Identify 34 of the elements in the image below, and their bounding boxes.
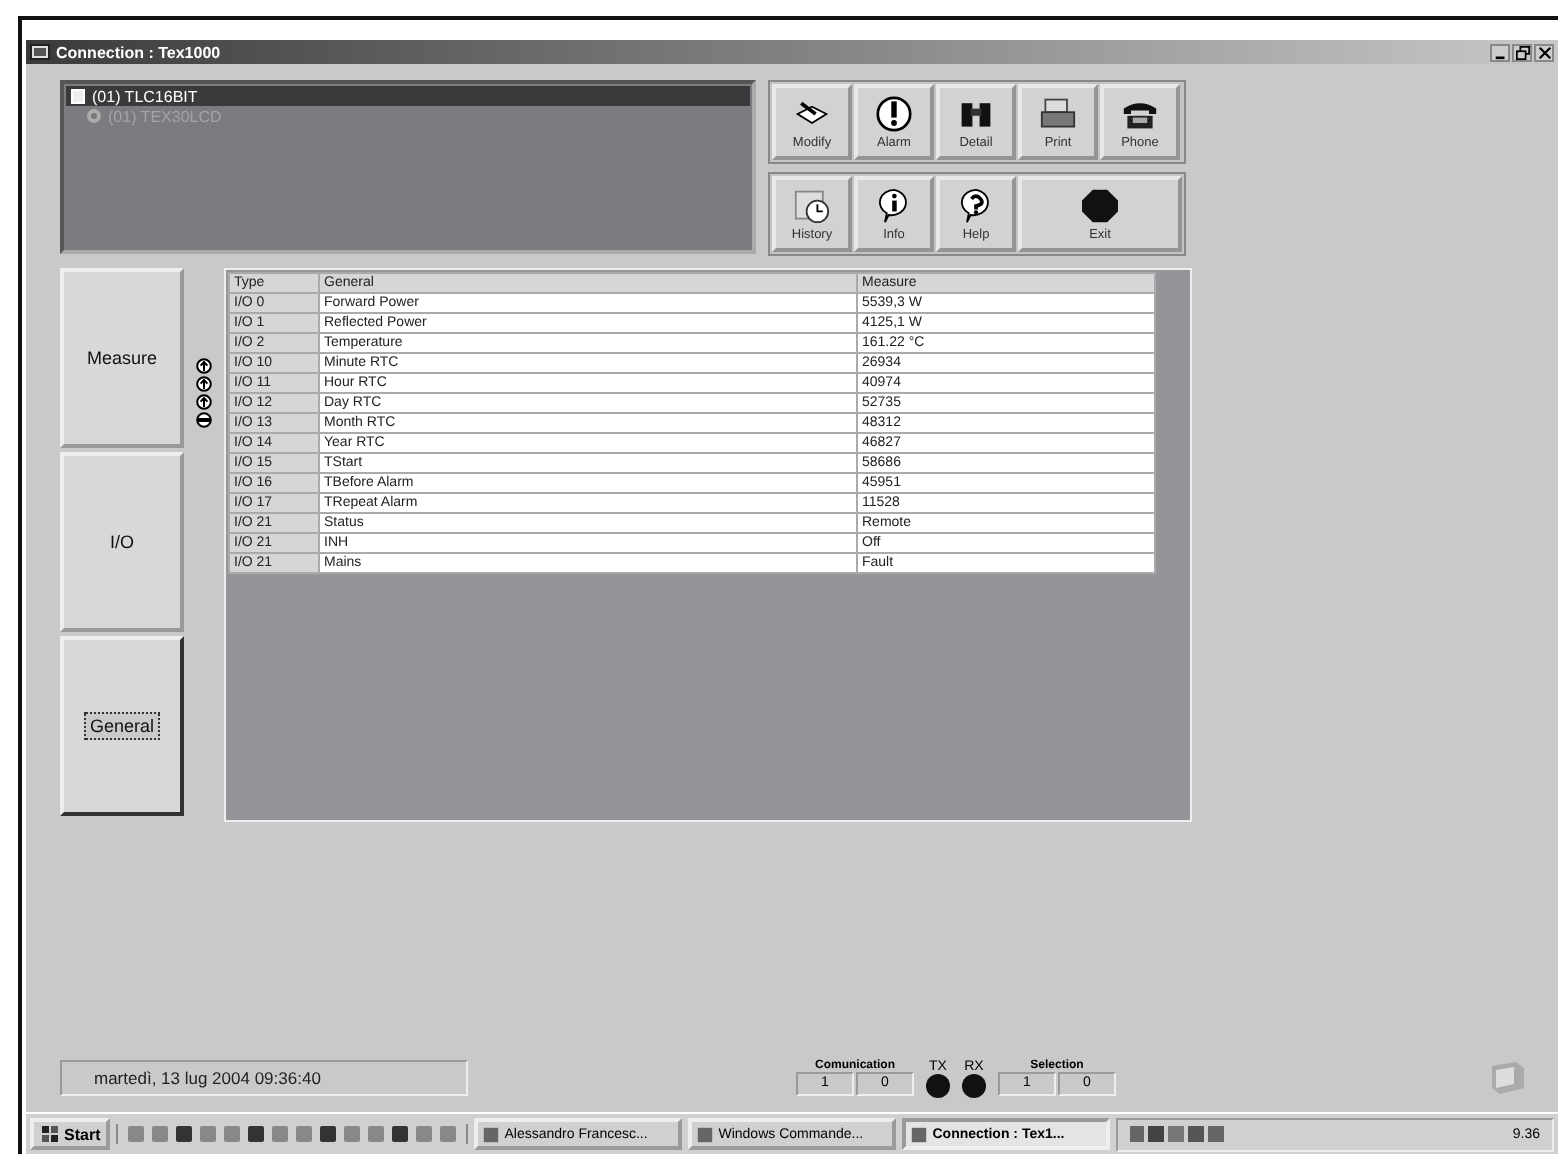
close-icon	[1537, 45, 1551, 59]
quick-launch-icon[interactable]	[390, 1124, 411, 1144]
restore-icon	[1515, 45, 1529, 59]
window-title: Connection : Tex1000	[56, 43, 223, 61]
tray-icons-drawing	[1130, 1124, 1227, 1144]
side-tab[interactable]: General	[60, 636, 184, 816]
printer-icon	[1036, 95, 1080, 131]
quick-launch-icon[interactable]	[174, 1124, 195, 1144]
start-button[interactable]: Start	[30, 1118, 111, 1150]
arrow-up-icon[interactable]	[196, 358, 212, 374]
app-icon	[30, 44, 50, 60]
side-tab[interactable]: Measure	[60, 268, 184, 448]
side-tab[interactable]: I/O	[60, 452, 184, 632]
window-icon	[910, 1125, 929, 1143]
tree-item[interactable]: (01) TLC16BIT	[66, 86, 750, 106]
restore-button[interactable]	[1512, 43, 1532, 61]
date-time-field: martedì, 13 lug 2004 09:36:40	[60, 1060, 468, 1096]
arrow-up-icon[interactable]	[196, 394, 212, 410]
monitor-icon	[1488, 1060, 1528, 1096]
window-icon	[696, 1125, 715, 1143]
calendar-clock-icon	[790, 187, 834, 223]
minus-icon[interactable]	[196, 412, 212, 428]
close-button[interactable]	[1534, 43, 1554, 61]
stop-sign-icon	[1078, 187, 1122, 223]
quick-launch-icon[interactable]	[246, 1124, 267, 1144]
quick-launch-icon[interactable]	[318, 1124, 339, 1144]
tree-item-label: (01) TLC16BIT	[92, 87, 198, 105]
windows-logo-icon	[40, 1124, 60, 1144]
arrow-up-icon[interactable]	[196, 376, 212, 392]
indicator-light	[926, 1073, 950, 1097]
window-icon	[482, 1125, 501, 1143]
indicator-light	[962, 1073, 986, 1097]
minimize-button[interactable]	[1490, 43, 1510, 61]
exclamation-icon	[872, 95, 916, 131]
